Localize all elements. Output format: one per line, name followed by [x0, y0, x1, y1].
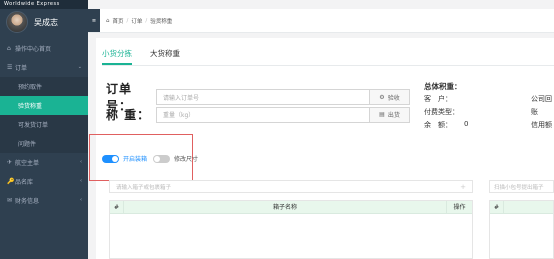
- toggle-group: 开启装箱 修改尺寸: [102, 154, 204, 163]
- breadcrumb-item-current: 验货称重: [150, 18, 173, 25]
- sidebar-item-label: 验货称重: [18, 103, 43, 110]
- sidebar-item-air-master[interactable]: ✈ 航空主单 ‹: [0, 153, 88, 172]
- summary-right-label: 信用额: [531, 121, 552, 129]
- sidebar-item-label: 财务信息: [15, 198, 40, 205]
- avatar[interactable]: [6, 11, 28, 33]
- summary-right-label: 账: [531, 108, 545, 116]
- tab-small-sorting[interactable]: 小货分拣: [102, 48, 132, 65]
- home-icon: ⌂: [106, 17, 110, 24]
- weight-label: 称 重：: [106, 108, 151, 122]
- edit-size-toggle[interactable]: [153, 154, 171, 163]
- breadcrumb-separator: /: [126, 17, 129, 24]
- inspect-button[interactable]: ⚙ 验收: [370, 89, 410, 105]
- scan-package-input[interactable]: 扫描小包号提出箱子: [489, 180, 554, 193]
- menu-toggle-button[interactable]: ≡: [88, 9, 100, 32]
- table-header: #: [490, 201, 553, 214]
- sidebar-nav: ⌂ 操作中心首页 ☰ 订单 ⌄ 预约取件 验货称重 可发货订单 问题件 ✈ 航空…: [0, 39, 88, 210]
- weight-row: 称 重： 重量（kg） ▤ 出货: [106, 106, 410, 123]
- top-bar: ≡ ⌂ 首页 / 订单 / 验货称重: [88, 9, 554, 33]
- chevron-left-icon: ‹: [80, 159, 82, 165]
- gear-icon: ⚙: [379, 93, 385, 101]
- envelope-icon: ✉: [7, 197, 13, 204]
- weight-input[interactable]: 重量（kg）: [156, 106, 370, 123]
- sidebar-item-label: 问题件: [18, 141, 37, 148]
- column-action: 操作: [453, 204, 466, 211]
- column-box-name: 箱子名称: [124, 201, 447, 213]
- breadcrumb-item-orders[interactable]: 订单: [131, 17, 142, 25]
- breadcrumb: ⌂ 首页 / 订单 / 验货称重: [100, 17, 172, 25]
- box-search-input[interactable]: 请输入箱子或包裹箱子 +: [109, 180, 473, 193]
- summary-row: 付费类型： 账: [424, 107, 554, 120]
- packages-table: #: [489, 200, 554, 259]
- boxing-toggle[interactable]: [102, 154, 119, 163]
- chevron-left-icon: ‹: [80, 178, 82, 184]
- summary-value: 0: [464, 120, 469, 128]
- order-number-input[interactable]: 请输入订单号: [156, 89, 370, 105]
- summary-right-label: 公司回: [531, 95, 552, 103]
- chevron-down-icon: ⌄: [77, 64, 82, 70]
- edit-size-toggle-label: 修改尺寸: [174, 156, 199, 163]
- summary-title: 总体积重：: [424, 82, 462, 91]
- orders-submenu: 预约取件 验货称重 可发货订单 问题件: [0, 77, 88, 153]
- summary-panel: 总体积重： 客 户： 公司回 付费类型： 账 余 额： 0 信用额: [424, 81, 554, 133]
- table-header: # 箱子名称 操作: [110, 201, 472, 214]
- sidebar-item-label: 预约取件: [18, 84, 43, 91]
- summary-label: 客 户：: [424, 95, 452, 103]
- sidebar-item-pickup[interactable]: 预约取件: [0, 77, 88, 96]
- column-index: #: [110, 201, 124, 213]
- document-icon: ▤: [379, 111, 385, 118]
- sidebar-item-products[interactable]: 🔑 品名库 ‹: [0, 172, 88, 191]
- home-icon: ⌂: [7, 45, 11, 52]
- sidebar-item-shippable[interactable]: 可发货订单: [0, 115, 88, 134]
- sidebar-item-problem[interactable]: 问题件: [0, 134, 88, 153]
- toggle-knob: [154, 155, 161, 162]
- chevron-left-icon: ‹: [80, 197, 82, 203]
- tab-divider: [102, 65, 554, 66]
- summary-label: 付费类型：: [424, 108, 459, 116]
- key-icon: 🔑: [7, 178, 15, 185]
- sidebar: Worldwide Express 吴成志 ⌂ 操作中心首页 ☰ 订单 ⌄ 预约…: [0, 0, 88, 259]
- tab-bar: 小货分拣 大货称重: [102, 48, 180, 65]
- ship-button[interactable]: ▤ 出货: [370, 106, 410, 123]
- inspect-button-label: 验收: [387, 94, 400, 102]
- tab-bulk-weighing[interactable]: 大货称重: [150, 48, 180, 65]
- list-icon: ☰: [7, 64, 13, 71]
- main-panel: 小货分拣 大货称重 订单号： 请输入订单号 ⚙ 验收 称 重： 重量（kg） ▤…: [89, 38, 554, 259]
- ship-button-label: 出货: [387, 112, 400, 119]
- summary-row: 余 额： 0 信用额: [424, 120, 554, 133]
- toggle-knob: [112, 155, 118, 162]
- sidebar-item-label: 品名库: [15, 179, 34, 186]
- sidebar-item-label: 订单: [15, 65, 28, 72]
- user-name[interactable]: 吴成志: [34, 17, 58, 28]
- sidebar-item-finance[interactable]: ✉ 财务信息 ‹: [0, 191, 88, 210]
- box-search-placeholder: 请输入箱子或包裹箱子: [116, 184, 172, 191]
- boxing-toggle-label: 开启装箱: [123, 156, 148, 163]
- breadcrumb-separator: /: [145, 17, 148, 24]
- sidebar-item-label: 操作中心首页: [15, 46, 52, 53]
- user-profile: 吴成志: [0, 9, 88, 39]
- sidebar-item-orders[interactable]: ☰ 订单 ⌄: [0, 58, 88, 77]
- column-index: #: [490, 201, 504, 213]
- summary-row: 客 户： 公司回: [424, 94, 554, 107]
- breadcrumb-item-home[interactable]: 首页: [113, 17, 124, 25]
- boxes-table: # 箱子名称 操作: [109, 200, 473, 259]
- sidebar-item-label: 可发货订单: [18, 122, 49, 129]
- sidebar-item-weigh[interactable]: 验货称重: [0, 96, 88, 115]
- sidebar-item-label: 航空主单: [15, 160, 40, 167]
- summary-label: 余 额：: [424, 121, 452, 129]
- plane-icon: ✈: [7, 159, 13, 166]
- scan-package-placeholder: 扫描小包号提出箱子: [494, 184, 544, 191]
- brand-bar: Worldwide Express: [0, 0, 88, 9]
- sidebar-item-dashboard[interactable]: ⌂ 操作中心首页: [0, 39, 88, 58]
- plus-icon[interactable]: +: [460, 183, 466, 191]
